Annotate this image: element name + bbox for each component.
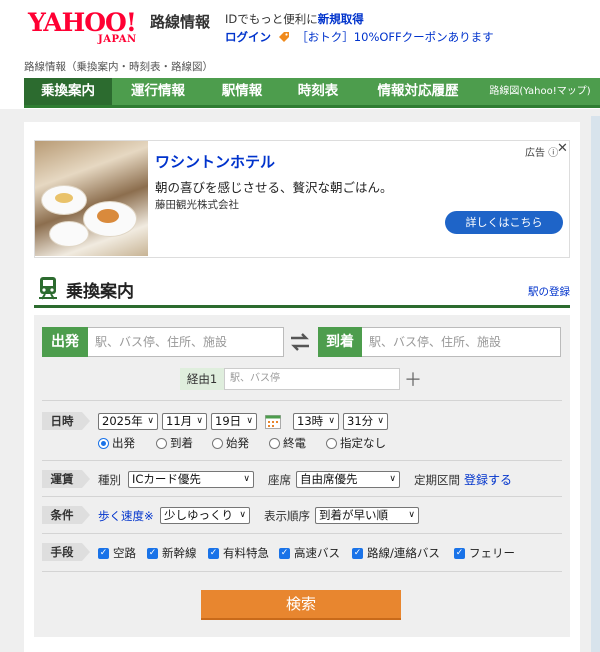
promo-line-2: ログイン ［おトク］10%OFFクーポンあります xyxy=(225,29,494,45)
coupon-link[interactable]: ［おトク］10%OFFクーポンあります xyxy=(296,30,493,44)
divider xyxy=(42,571,562,572)
walk-speed-select[interactable]: 少しゆっくり ∨ xyxy=(160,507,250,524)
section-header: 乗換案内 駅の登録 xyxy=(34,272,570,308)
day-select[interactable]: 19日 ∨ xyxy=(211,413,257,430)
checkbox-ferry[interactable]: ✓ フェリー xyxy=(454,545,515,561)
to-label: 到着 xyxy=(318,327,362,357)
ad-title[interactable]: ワシントンホテル xyxy=(155,151,275,172)
site-header: YAHOO! JAPAN 路線情報 IDでもっと便利に新規取得 ログイン ［おト… xyxy=(0,0,600,56)
from-input[interactable]: 駅、バス停、住所、施設 xyxy=(88,327,284,357)
ad-label-text: 広告 xyxy=(525,148,545,159)
seat-select[interactable]: 自由席優先 ∨ xyxy=(296,471,400,488)
login-link[interactable]: ログイン xyxy=(225,30,271,44)
radio-first-train[interactable]: 始発 xyxy=(212,435,249,451)
right-sidebar-edge xyxy=(591,116,600,652)
seat-label: 座席 xyxy=(268,473,291,487)
logo-text: YAHOO! xyxy=(28,8,137,37)
checkbox-limited-express[interactable]: ✓ 有料特急 xyxy=(208,545,269,561)
tab-transfer[interactable]: 乗換案内 xyxy=(24,78,112,105)
radio-arrival[interactable]: 到着 xyxy=(156,435,193,451)
logo-sub: JAPAN xyxy=(98,34,137,45)
close-icon[interactable]: ✕ xyxy=(557,141,568,156)
tab-history[interactable]: 情報対応履歴 xyxy=(356,78,480,105)
breadcrumb: 路線情報（乗換案内・時刻表・路線図） xyxy=(24,61,213,73)
divider xyxy=(42,496,562,497)
radio-unspecified[interactable]: 指定なし xyxy=(326,435,386,451)
calendar-icon[interactable] xyxy=(265,414,281,429)
commuter-register-link[interactable]: 登録する xyxy=(464,471,512,488)
ad-company: 藤田観光株式会社 xyxy=(155,199,239,211)
search-button[interactable]: 検索 xyxy=(201,590,401,620)
signup-link[interactable]: 新規取得 xyxy=(318,12,364,26)
tab-timetable[interactable]: 時刻表 xyxy=(280,78,356,105)
checkbox-shinkansen[interactable]: ✓ 新幹線 xyxy=(147,545,197,561)
service-name[interactable]: 路線情報 xyxy=(150,11,210,32)
fare-type-select[interactable]: ICカード優先 ∨ xyxy=(128,471,254,488)
tab-station-info[interactable]: 駅情報 xyxy=(204,78,280,105)
ad-details-button[interactable]: 詳しくはこちら xyxy=(445,211,563,234)
radio-departure[interactable]: 出発 xyxy=(98,435,135,451)
checkbox-air[interactable]: ✓ 空路 xyxy=(98,545,136,561)
means-label: 手段 xyxy=(42,543,90,561)
datetime-label: 日時 xyxy=(42,412,90,430)
from-label: 出発 xyxy=(42,327,88,357)
divider xyxy=(42,460,562,461)
promo-prefix: IDでもっと便利に xyxy=(225,12,318,26)
tab-service-status[interactable]: 運行情報 xyxy=(112,78,204,105)
fare-label: 運賃 xyxy=(42,470,90,488)
divider xyxy=(42,400,562,401)
to-input[interactable]: 駅、バス停、住所、施設 xyxy=(362,327,561,357)
coupon-tag-icon xyxy=(278,32,289,42)
checkbox-highway-bus[interactable]: ✓ 高速バス xyxy=(279,545,340,561)
station-register-link[interactable]: 駅の登録 xyxy=(528,284,570,299)
add-via-icon[interactable]: ＋ xyxy=(404,366,422,392)
walk-speed-link[interactable]: 歩く速度※ xyxy=(98,508,154,524)
order-select[interactable]: 到着が早い順 ∨ xyxy=(315,507,419,524)
train-icon xyxy=(39,277,57,300)
page-title: 乗換案内 xyxy=(66,282,134,302)
swap-icon[interactable] xyxy=(289,332,311,352)
year-select[interactable]: 2025年 ∨ xyxy=(98,413,158,430)
conditions-label: 条件 xyxy=(42,506,90,524)
ad-banner[interactable]: ワシントンホテル 朝の喜びを感じさせる、贅沢な朝ごはん。 藤田観光株式会社 広告… xyxy=(34,140,570,258)
month-select[interactable]: 11月 ∨ xyxy=(162,413,207,430)
tab-route-map[interactable]: 路線図(Yahoo!マップ) xyxy=(480,78,600,105)
radio-last-train[interactable]: 終電 xyxy=(269,435,306,451)
ad-image[interactable] xyxy=(35,141,148,256)
fare-type-label: 種別 xyxy=(98,473,121,487)
via-label: 経由1 xyxy=(180,368,224,390)
main-nav: 乗換案内 運行情報 駅情報 時刻表 情報対応履歴 路線図(Yahoo!マップ) xyxy=(24,78,600,108)
promo-line-1: IDでもっと便利に新規取得 xyxy=(225,11,364,27)
commuter-label: 定期区間 xyxy=(414,473,460,487)
left-gutter xyxy=(0,109,24,652)
via-input[interactable]: 駅、バス停 xyxy=(224,368,400,390)
order-label: 表示順序 xyxy=(264,509,310,523)
ad-text: 朝の喜びを感じさせる、贅沢な朝ごはん。 xyxy=(155,180,393,195)
yahoo-japan-logo[interactable]: YAHOO! JAPAN xyxy=(28,8,148,46)
ad-label[interactable]: 広告 ⓘ xyxy=(525,144,558,159)
checkbox-route-bus[interactable]: ✓ 路線/連絡バス xyxy=(352,545,440,561)
hour-select[interactable]: 13時 ∨ xyxy=(293,413,339,430)
divider xyxy=(42,533,562,534)
minute-select[interactable]: 31分 ∨ xyxy=(343,413,388,430)
